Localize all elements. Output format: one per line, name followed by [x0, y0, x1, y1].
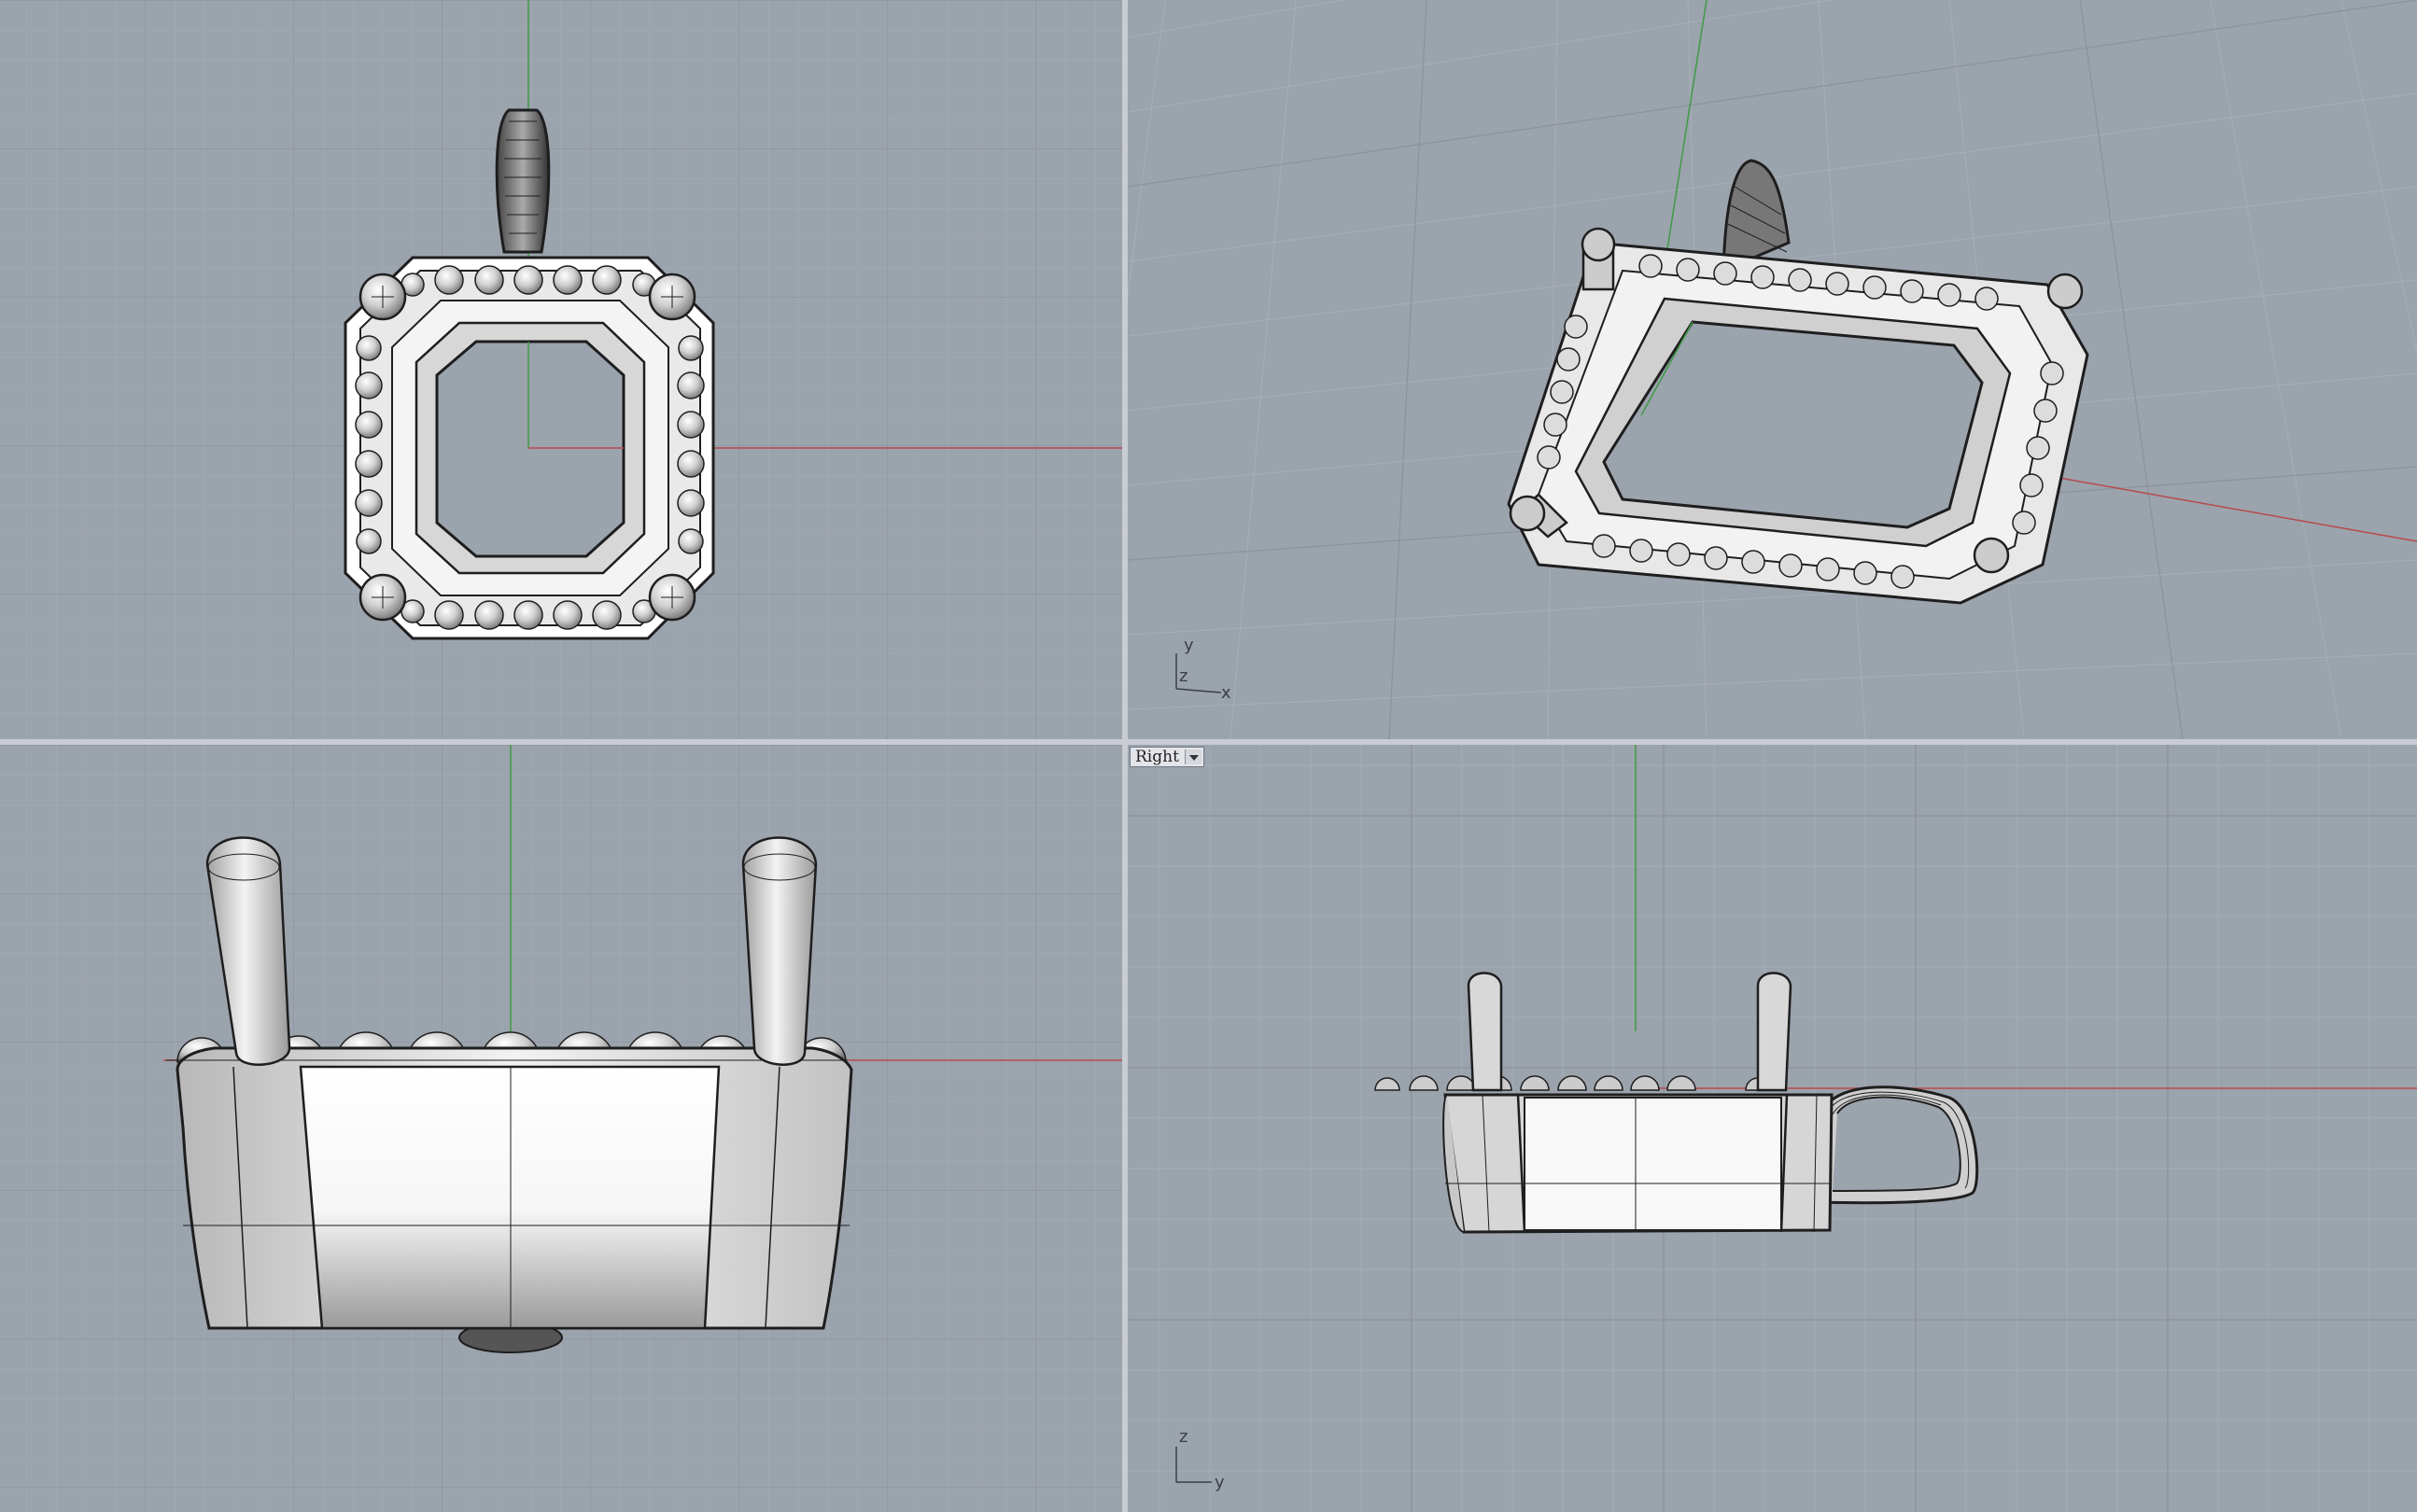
right-view-canvas[interactable]: z y: [1128, 745, 2417, 1512]
axis-label-y: y: [1215, 1473, 1225, 1492]
viewport-perspective[interactable]: y z x: [1128, 0, 2417, 739]
viewport-title-label: Right: [1135, 748, 1179, 766]
axis-label-z: z: [1179, 1427, 1187, 1447]
perspective-view-canvas[interactable]: y z x: [1128, 0, 2417, 739]
axis-label-z: z: [1179, 666, 1187, 686]
viewport-front[interactable]: [0, 745, 1122, 1512]
viewport-title-right[interactable]: Right: [1130, 747, 1204, 767]
front-view-canvas[interactable]: [0, 745, 1122, 1512]
top-view-canvas[interactable]: [0, 0, 1122, 739]
axis-label-y: y: [1184, 636, 1194, 655]
viewport-top[interactable]: [0, 0, 1122, 739]
dropdown-arrow-icon[interactable]: [1184, 749, 1201, 764]
axis-label-x: x: [1221, 683, 1231, 703]
viewport-right[interactable]: z y Right: [1128, 745, 2417, 1512]
